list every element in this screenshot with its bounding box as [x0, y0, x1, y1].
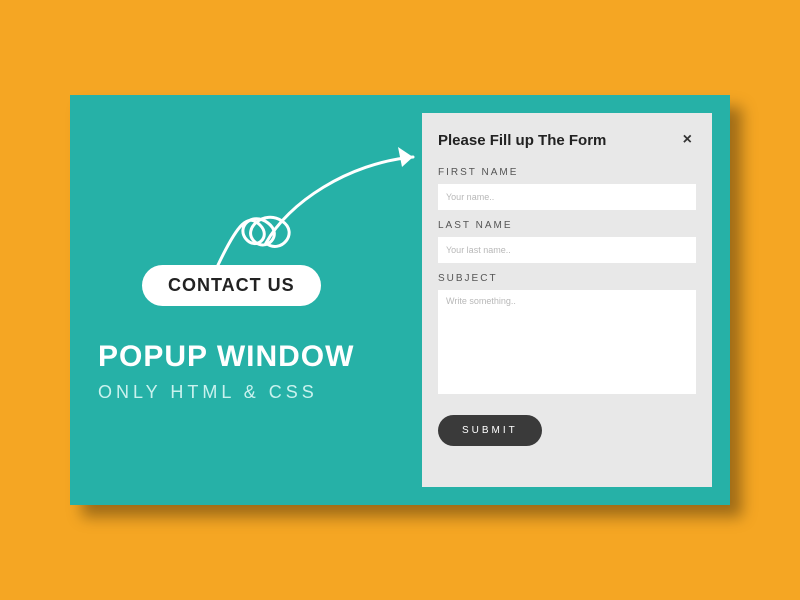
first-name-label: FIRST NAME [438, 167, 696, 178]
popup-window-subtitle: ONLY HTML & CSS [98, 382, 413, 403]
close-icon[interactable]: × [679, 129, 696, 151]
swirl-arrow-icon [208, 133, 428, 273]
popup-window-title: POPUP WINDOW [98, 340, 413, 374]
last-name-label: LAST NAME [438, 220, 696, 231]
form-header: Please Fill up The Form × [438, 129, 696, 151]
first-name-input[interactable] [438, 184, 696, 210]
contact-form-card: Please Fill up The Form × FIRST NAME LAS… [422, 113, 712, 487]
main-panel: CONTACT US POPUP WINDOW ONLY HTML & CSS … [70, 95, 730, 505]
submit-button[interactable]: SUBMIT [438, 415, 542, 446]
form-title: Please Fill up The Form [438, 132, 606, 149]
last-name-input[interactable] [438, 237, 696, 263]
left-content: CONTACT US POPUP WINDOW ONLY HTML & CSS [98, 265, 413, 403]
subject-textarea[interactable] [438, 290, 696, 394]
contact-us-button[interactable]: CONTACT US [142, 265, 321, 306]
subject-label: SUBJECT [438, 273, 696, 284]
